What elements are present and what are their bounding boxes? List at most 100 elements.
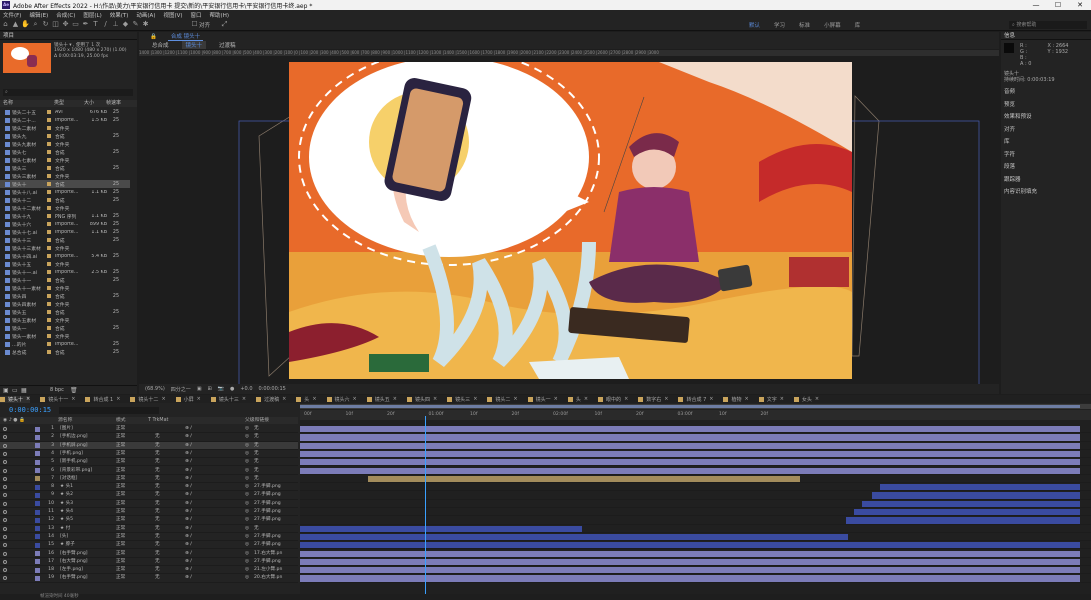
- timeline-tab[interactable]: 转合成 7 ×: [678, 396, 713, 403]
- pickwhip-icon[interactable]: ◎: [245, 541, 249, 549]
- menu-window[interactable]: 窗口: [191, 11, 202, 19]
- brush-tool-icon[interactable]: /: [101, 20, 110, 29]
- composition-canvas[interactable]: [289, 62, 852, 379]
- project-item[interactable]: 镜头十 合成 25: [0, 180, 130, 188]
- pickwhip-icon[interactable]: ◎: [245, 458, 249, 466]
- menu-edit[interactable]: 编辑(E): [29, 11, 48, 19]
- layer-name[interactable]: ★ 头1: [60, 483, 114, 491]
- pickwhip-icon[interactable]: ◎: [245, 508, 249, 516]
- layer-name[interactable]: ★ 头3: [60, 500, 114, 508]
- layer-row[interactable]: 3 [手机屏.png] 正常 无 ⊕ / ◎ 无: [0, 441, 298, 450]
- timeline-tab[interactable]: 镜头一 ×: [527, 396, 558, 403]
- panel-item[interactable]: 字符: [1001, 149, 1091, 162]
- close-icon[interactable]: ×: [116, 396, 120, 402]
- layer-parent-dropdown[interactable]: 无: [254, 442, 294, 450]
- close-icon[interactable]: ×: [433, 396, 437, 402]
- column-fps[interactable]: 帧速率: [106, 100, 126, 107]
- breadcrumb-item[interactable]: 总合成: [148, 41, 173, 49]
- layer-label-color[interactable]: [35, 551, 40, 556]
- project-item[interactable]: 镜头一 合成 25: [0, 324, 130, 332]
- visibility-eye-icon[interactable]: [3, 543, 7, 548]
- menu-view[interactable]: 视图(V): [163, 11, 182, 19]
- layer-duration-bar[interactable]: [872, 492, 1080, 499]
- column-trkmat[interactable]: T TrkMat: [148, 417, 168, 424]
- timeline-tab[interactable]: 镜头十 ×: [0, 395, 31, 403]
- layer-duration-bar[interactable]: [846, 517, 1080, 524]
- layer-name[interactable]: ★ 头4: [60, 508, 114, 516]
- switches-icon[interactable]: ⊕ /: [185, 467, 192, 475]
- layer-duration-bar[interactable]: [300, 434, 1080, 441]
- layer-trkmat-dropdown[interactable]: 无: [155, 558, 160, 566]
- project-item[interactable]: 镜头十八.ai Importe... 1.1 KB 25: [0, 188, 130, 196]
- close-icon[interactable]: ×: [584, 396, 588, 402]
- puppet-tool-icon[interactable]: ✱: [141, 20, 150, 29]
- exposure-value[interactable]: +0.0: [240, 386, 252, 392]
- layer-mode-dropdown[interactable]: 正常: [116, 558, 125, 566]
- resolution-dropdown[interactable]: 四分之一: [171, 386, 191, 393]
- visibility-eye-icon[interactable]: [3, 493, 7, 498]
- layer-name[interactable]: [手机屏.png]: [60, 442, 114, 450]
- visibility-eye-icon[interactable]: [3, 460, 7, 465]
- timeline-tab[interactable]: 镜头十一 ×: [40, 396, 75, 403]
- menu-composition[interactable]: 合成(C): [56, 11, 75, 19]
- visibility-eye-icon[interactable]: [3, 568, 7, 573]
- trash-icon[interactable]: 🗑: [70, 387, 78, 394]
- rotate-tool-icon[interactable]: ↻: [41, 20, 50, 29]
- project-item[interactable]: 镜头十六 Importe... 899 KB 25: [0, 220, 130, 228]
- pickwhip-icon[interactable]: ◎: [245, 425, 249, 433]
- pickwhip-icon[interactable]: ◎: [245, 433, 249, 441]
- close-icon[interactable]: ×: [554, 396, 558, 402]
- menu-help[interactable]: 帮助(H): [210, 11, 229, 19]
- bpc-label[interactable]: 8 bpc: [50, 387, 64, 393]
- project-item[interactable]: 镜头十九 PNG 序列 1.1 KB 25: [0, 212, 130, 220]
- timeline-tab[interactable]: 镜头十二 ×: [130, 396, 166, 403]
- new-folder-icon[interactable]: ▭: [12, 387, 18, 394]
- layer-trkmat-dropdown[interactable]: 无: [155, 516, 160, 524]
- layer-mode-dropdown[interactable]: 正常: [116, 550, 125, 558]
- project-item[interactable]: 镜头四素材 文件夹: [0, 300, 130, 308]
- layer-label-color[interactable]: [35, 426, 40, 432]
- search-help-input[interactable]: ⌕ 搜索帮助: [1009, 21, 1087, 29]
- switches-icon[interactable]: ⊕ /: [185, 442, 192, 450]
- layer-row[interactable]: 13 ★ 付正常 无 ⊕ / ◎ 无: [0, 525, 298, 533]
- visibility-eye-icon[interactable]: [3, 559, 7, 564]
- switches-icon[interactable]: ⊕ /: [185, 491, 192, 499]
- timeline-tab[interactable]: 眼中的 ×: [598, 396, 628, 403]
- color-channel-icon[interactable]: ●: [230, 386, 234, 392]
- layer-mode-dropdown[interactable]: 正常: [116, 458, 125, 466]
- layer-duration-bar[interactable]: [300, 558, 1080, 566]
- layer-duration-bar[interactable]: [300, 426, 1080, 433]
- switches-icon[interactable]: ⊕ /: [185, 541, 192, 549]
- layer-trkmat-dropdown[interactable]: 无: [155, 533, 160, 541]
- layer-duration-bar[interactable]: [300, 542, 1080, 549]
- workspace-small-screen[interactable]: 小屏幕: [824, 21, 841, 29]
- switches-icon[interactable]: ⊕ /: [185, 425, 192, 433]
- region-of-interest-icon[interactable]: ▣: [197, 386, 202, 392]
- layer-duration-bar[interactable]: [368, 475, 800, 483]
- layer-row[interactable]: 9 ★ 头2 正常 无 ⊕ / ◎ 27.手脚.png: [0, 491, 298, 500]
- layer-mode-dropdown[interactable]: 正常: [116, 500, 125, 508]
- visibility-eye-icon[interactable]: [3, 501, 7, 506]
- layer-mode-dropdown[interactable]: 正常: [116, 491, 125, 499]
- layer-mode-dropdown[interactable]: 正常: [116, 541, 125, 549]
- close-icon[interactable]: ×: [513, 396, 517, 402]
- new-comp-icon[interactable]: ▦: [21, 387, 27, 394]
- pickwhip-icon[interactable]: ◎: [245, 450, 249, 458]
- layer-trkmat-dropdown[interactable]: 无: [155, 550, 160, 558]
- visibility-eye-icon[interactable]: [3, 510, 7, 514]
- layer-parent-dropdown[interactable]: 27.手脚.png: [254, 491, 294, 499]
- layer-label-color[interactable]: [35, 575, 40, 581]
- column-type[interactable]: 类型: [54, 100, 84, 107]
- menu-file[interactable]: 文件(F): [3, 11, 21, 19]
- menu-animation[interactable]: 动画(A): [136, 11, 155, 19]
- layer-row[interactable]: 15 ★ 脖子 正常 无 ⊕ / ◎ 27.手脚.png: [0, 541, 298, 550]
- panel-item[interactable]: 效果和预设: [1001, 111, 1091, 124]
- pickwhip-icon[interactable]: ◎: [245, 558, 249, 566]
- timeline-tab[interactable]: 镜头三 ×: [447, 396, 477, 403]
- pickwhip-icon[interactable]: ◎: [245, 550, 249, 558]
- column-parent[interactable]: 父级和链接: [245, 417, 269, 424]
- switches-icon[interactable]: ⊕ /: [185, 558, 192, 566]
- timeline-current-time[interactable]: 0:00:00:15: [9, 406, 51, 414]
- layer-row[interactable]: 17 [右大臂.png] 正常 无 ⊕ / ◎ 27.手脚.png: [0, 558, 298, 567]
- layer-duration-bar[interactable]: [300, 525, 582, 532]
